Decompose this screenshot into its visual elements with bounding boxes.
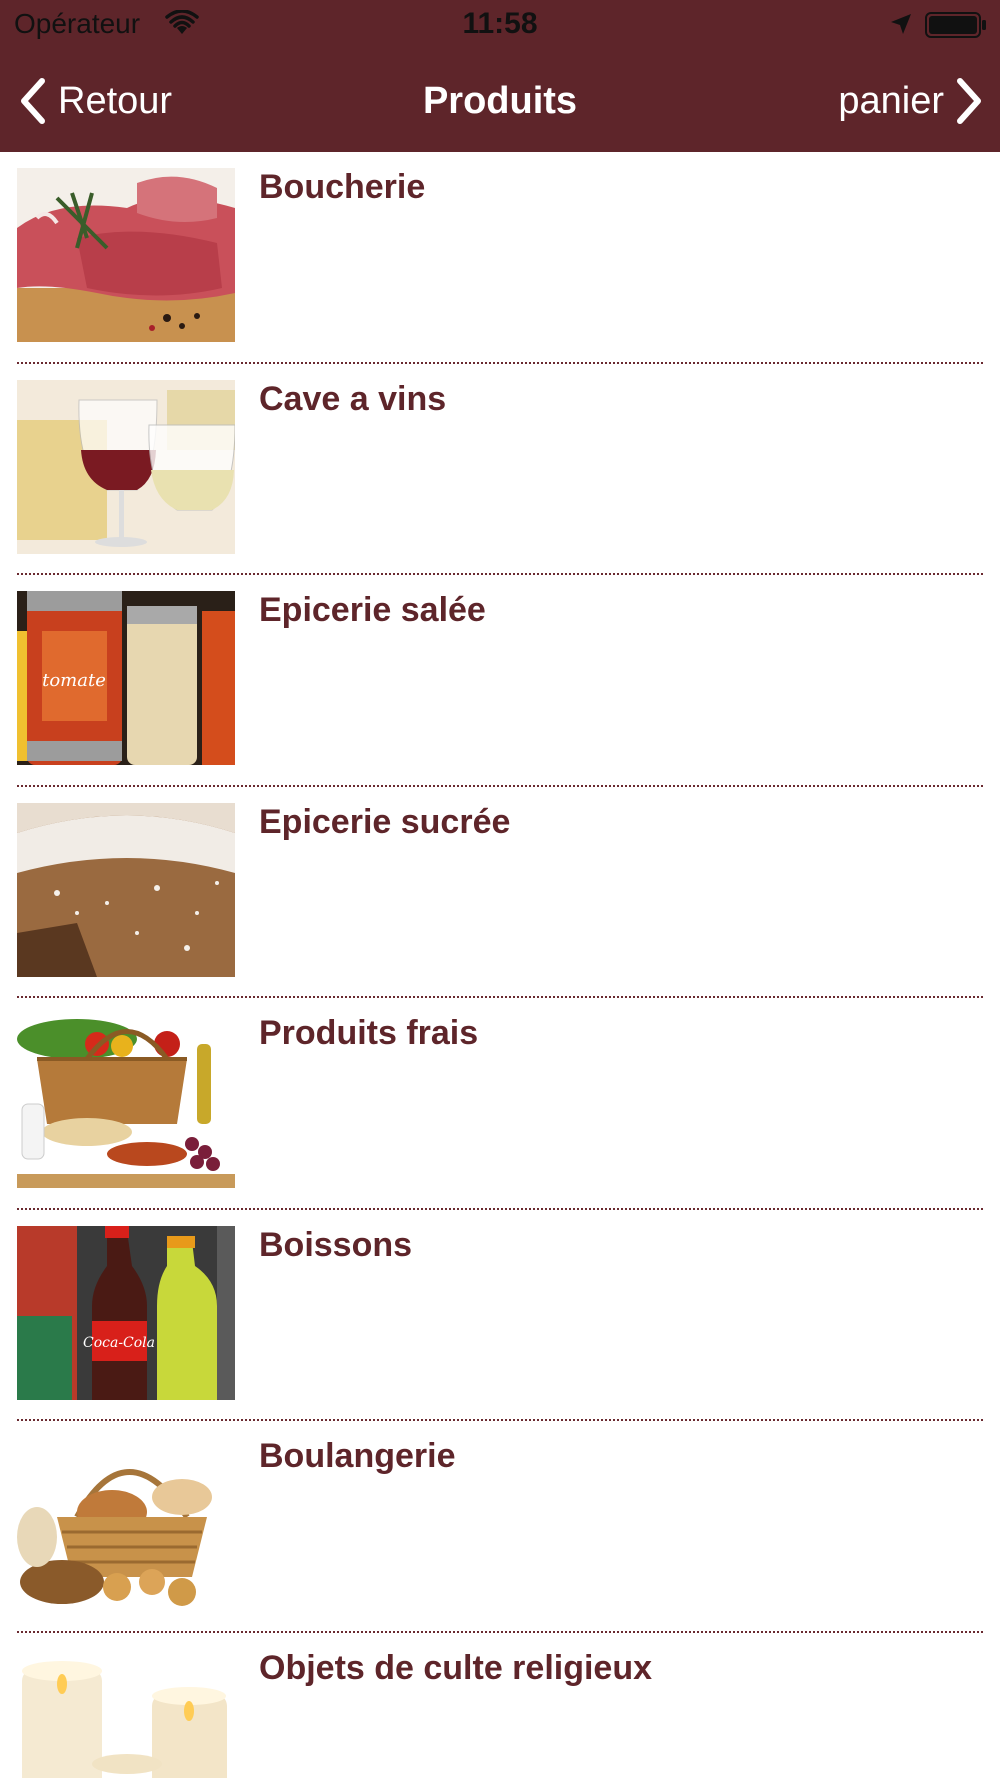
category-label: Epicerie salée [259,591,486,629]
list-item-cave-a-vins[interactable]: Cave a vins [17,364,983,575]
bread-basket-image [17,1437,235,1611]
list-item-boulangerie[interactable]: Boulangerie [17,1421,983,1633]
category-label: Cave a vins [259,379,447,418]
jars-image: tomate [17,591,235,765]
list-item-epicerie-salee[interactable]: tomate Epicerie salée [17,575,983,787]
category-label: Epicerie sucrée [259,802,511,841]
chevron-right-icon [952,76,986,126]
cart-button-label: panier [838,79,944,122]
location-arrow-icon [889,12,913,36]
category-list: Boucherie Cave a vins tomate Epicerie sa… [0,152,1000,1778]
category-label: Boulangerie [259,1437,456,1475]
category-label: Objets de culte religieux [259,1648,653,1687]
drinks-image: Coca-Cola [17,1225,235,1400]
wine-image [17,379,235,554]
category-label: Boissons [259,1225,413,1264]
cart-button[interactable]: panier [838,74,986,128]
fresh-produce-image [17,1014,235,1188]
cake-image [17,802,235,977]
navigation-bar: Retour Produits panier [0,50,1000,152]
list-item-produits-frais[interactable]: Produits frais [17,998,983,1210]
category-label: Produits frais [259,1014,479,1052]
battery-icon [925,11,987,39]
list-item-boissons[interactable]: Coca-Cola Boissons [17,1210,983,1421]
list-item-epicerie-sucree[interactable]: Epicerie sucrée [17,787,983,998]
status-time: 11:58 [462,7,538,40]
list-item-boucherie[interactable]: Boucherie [17,152,983,364]
list-item-objets-de-culte-religieux[interactable]: Objets de culte religieux [17,1633,983,1778]
svg-text:Coca-Cola: Coca-Cola [83,1335,155,1351]
meat-image [17,168,235,342]
candles-image [17,1648,235,1778]
category-label: Boucherie [259,168,426,206]
header: Opérateur 11:58 Retour Produits panier [0,0,1000,152]
status-bar: Opérateur 11:58 [0,0,1000,50]
svg-text:tomate: tomate [42,670,106,691]
